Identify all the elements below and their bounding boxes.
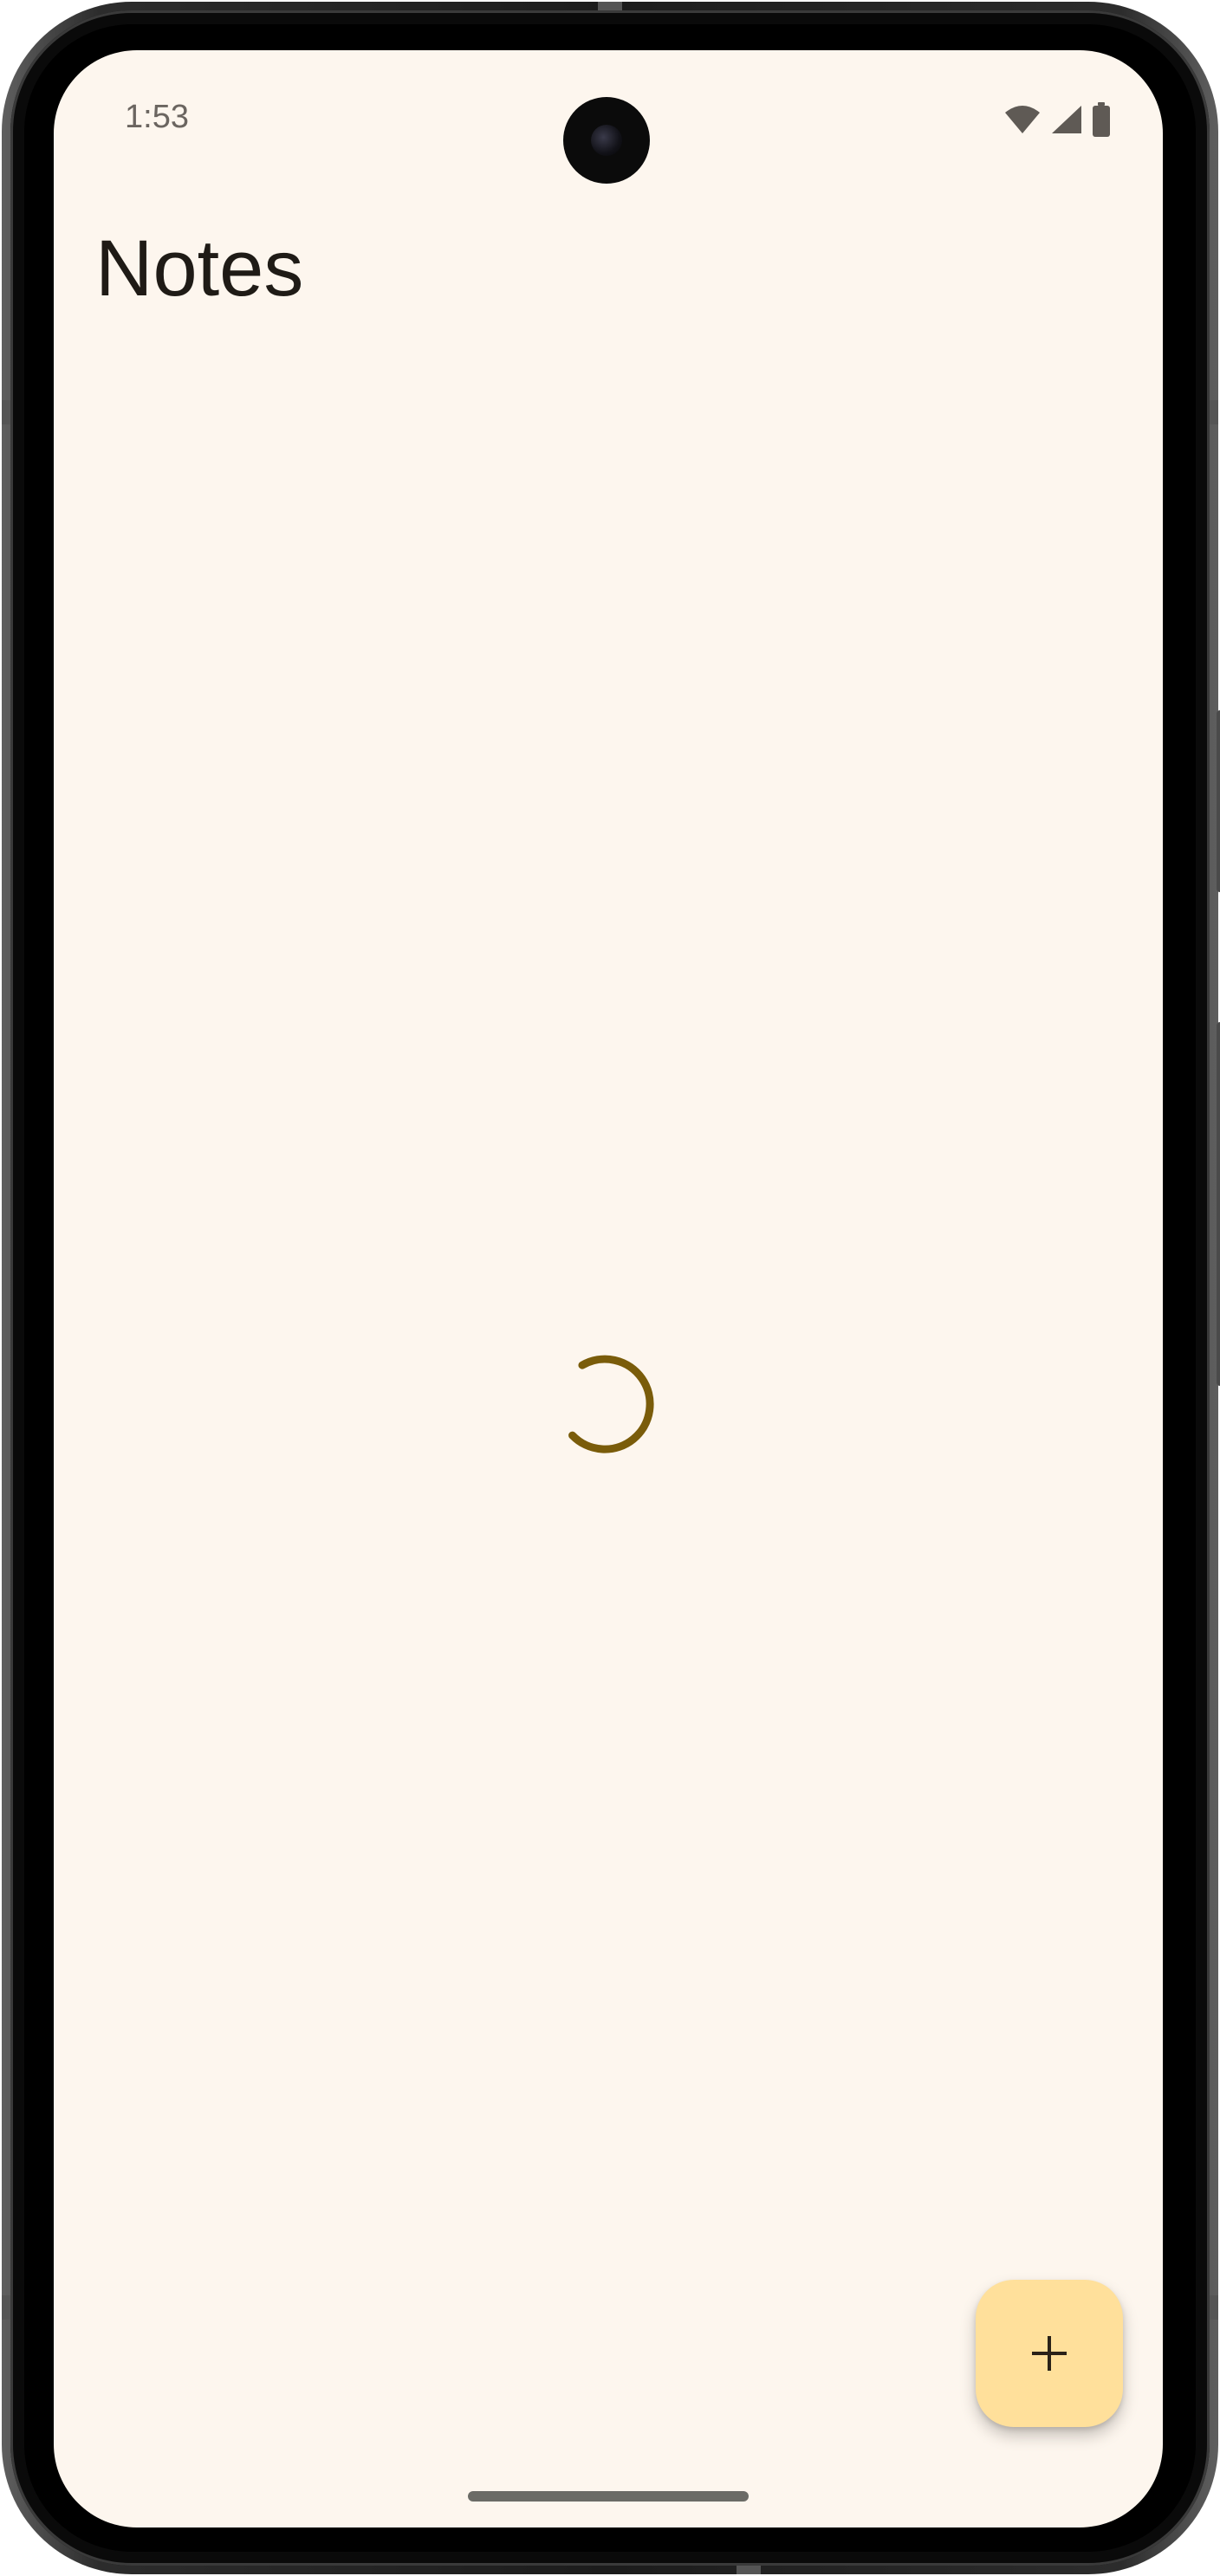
phone-device: 1:53 Notes (0, 0, 1220, 2576)
add-note-button[interactable] (976, 2280, 1123, 2427)
cellular-signal-icon (1052, 106, 1081, 133)
plus-icon (1032, 2336, 1067, 2371)
wifi-icon (1005, 106, 1040, 133)
status-time: 1:53 (125, 99, 189, 135)
camera-lens (591, 125, 622, 156)
battery-icon (1093, 102, 1110, 137)
power-button (1217, 710, 1220, 892)
front-camera (563, 97, 650, 184)
loading-spinner (568, 1355, 654, 1453)
status-icons (1003, 102, 1111, 137)
screen: 1:53 Notes (54, 50, 1163, 2527)
gesture-navigation-handle[interactable] (468, 2491, 749, 2502)
volume-button (1217, 1022, 1220, 1386)
page-title: Notes (95, 224, 304, 313)
